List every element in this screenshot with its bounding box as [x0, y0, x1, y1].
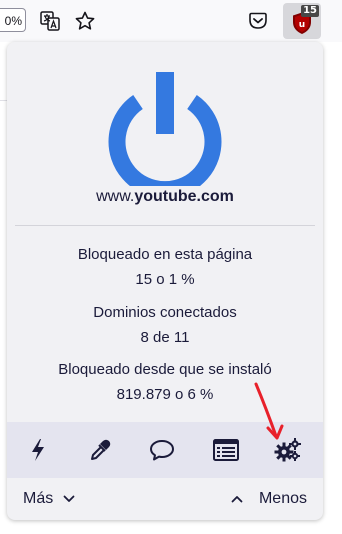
more-button[interactable]: Más [23, 490, 81, 508]
pocket-icon[interactable] [245, 8, 271, 34]
less-button[interactable]: Menos [231, 490, 307, 508]
hostname-prefix: www. [96, 188, 135, 205]
more-label: Más [23, 490, 54, 507]
domains-connected-value: 8 de 11 [140, 329, 190, 346]
browser-window: 0% u 15 www.youtube.com Bloqueado en est… [0, 0, 342, 534]
url-bar-fragment[interactable]: 0% [0, 8, 26, 32]
blocked-page-value: 15 o 1 % [135, 271, 195, 288]
element-picker-eyedropper-icon[interactable] [85, 436, 115, 464]
svg-text:u: u [299, 20, 305, 30]
less-label: Menos [258, 490, 307, 507]
ublock-popup-panel: www.youtube.com Bloqueado en esta página… [7, 42, 323, 520]
hostname-domain: youtube.com [134, 188, 234, 205]
power-icon [108, 72, 222, 199]
ublock-icon[interactable]: u 15 [283, 3, 321, 39]
blocked-page-label: Bloqueado en esta página [77, 246, 253, 263]
browser-toolbar: 0% u 15 [0, 0, 342, 42]
domains-connected-label: Dominios conectados [93, 304, 237, 321]
power-button[interactable] [107, 62, 223, 199]
settings-gears-icon[interactable] [273, 436, 303, 464]
blocked-total-value: 819.879 o 6 % [116, 386, 214, 403]
chevron-down-icon [63, 490, 75, 508]
tools-row [7, 422, 323, 478]
no-popups-lightning-icon[interactable] [23, 436, 53, 464]
site-hostname: www.youtube.com [7, 188, 323, 206]
popup-footer: Más Menos [7, 478, 323, 520]
logger-list-icon[interactable] [211, 436, 241, 464]
blocked-total-label: Bloqueado desde que se instaló [58, 361, 272, 378]
section-divider [15, 225, 315, 226]
speech-bubble-icon[interactable] [147, 436, 177, 464]
translate-icon[interactable] [37, 8, 63, 34]
bookmark-star-icon[interactable] [72, 8, 98, 34]
chevron-up-icon [231, 490, 243, 508]
blocked-count-badge: 15 [301, 5, 319, 17]
